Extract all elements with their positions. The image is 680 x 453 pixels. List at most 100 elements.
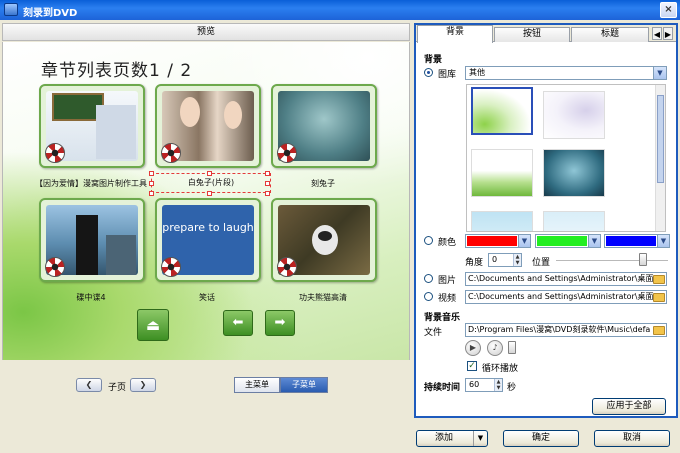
tab-background[interactable]: 背景 xyxy=(417,25,493,43)
color-radio[interactable] xyxy=(424,236,433,245)
duration-spinner[interactable]: 60 ▲ ▼ xyxy=(465,378,503,392)
app-icon xyxy=(4,3,18,16)
color-swatch xyxy=(467,236,517,246)
music-section-title: 背景音乐 xyxy=(424,313,461,323)
gallery-category-select[interactable]: 其他 ▼ xyxy=(465,66,667,80)
cancel-button[interactable]: 取消 xyxy=(594,430,670,447)
gallery-item[interactable] xyxy=(471,149,533,197)
color-picker-3[interactable]: ▼ xyxy=(604,234,670,248)
tab-scroll-left-icon[interactable]: ◀ xyxy=(652,27,662,40)
chapter-thumbnail-3[interactable] xyxy=(271,84,377,168)
music-note-icon[interactable]: ♪ xyxy=(487,340,503,356)
tab-buttons[interactable]: 按钮 xyxy=(494,27,570,42)
music-slider-thumb[interactable] xyxy=(508,341,516,354)
resize-handle[interactable] xyxy=(265,171,270,176)
background-gallery xyxy=(466,84,666,232)
tab-title[interactable]: 标题 xyxy=(571,27,649,42)
picture-label: 图片 xyxy=(438,276,457,286)
chapter-thumbnail-2[interactable] xyxy=(155,84,261,168)
video-path-value: C:\Documents and Settings\Administrator\… xyxy=(468,292,654,301)
gallery-item[interactable] xyxy=(471,211,533,231)
chapter-label-1[interactable]: 【因为爱情】漫窝图片制作工具 xyxy=(31,178,151,189)
gallery-category-value: 其他 xyxy=(469,68,485,77)
chapter-label-3[interactable]: 刻兔子 xyxy=(263,178,383,189)
folder-icon[interactable] xyxy=(653,293,665,302)
next-page-button[interactable]: ➡ xyxy=(265,310,295,336)
close-button[interactable]: × xyxy=(660,2,677,18)
chapter-label-5[interactable]: 笑话 xyxy=(147,292,267,303)
chevron-down-icon[interactable]: ▼ xyxy=(657,235,669,247)
gallery-item[interactable] xyxy=(543,91,605,139)
chapter-label-2[interactable]: 白兔子(片段) xyxy=(151,173,271,193)
add-button[interactable]: 添加 ▼ xyxy=(416,430,488,447)
video-path-field[interactable]: C:\Documents and Settings\Administrator\… xyxy=(465,290,667,304)
resize-handle[interactable] xyxy=(149,171,154,176)
title-bar: 刻录到DVD × xyxy=(0,0,680,20)
resize-handle[interactable] xyxy=(149,191,154,196)
sub-menu-tab[interactable]: 子菜单 xyxy=(280,377,328,393)
angle-spinner[interactable]: 0 ▲ ▼ xyxy=(488,253,522,267)
subpage-label: 子页 xyxy=(108,383,127,393)
picture-path-value: C:\Documents and Settings\Administrator\… xyxy=(468,274,654,283)
soccer-ball-icon xyxy=(277,143,297,163)
chapter-label-4[interactable]: 碟中谍4 xyxy=(31,292,151,303)
picture-path-field[interactable]: C:\Documents and Settings\Administrator\… xyxy=(465,272,667,286)
duration-unit: 秒 xyxy=(507,383,517,393)
spinner-arrows-icon[interactable]: ▲ ▼ xyxy=(494,379,502,391)
gallery-label: 图库 xyxy=(438,70,457,80)
loop-label: 循环播放 xyxy=(482,364,519,374)
color-picker-2[interactable]: ▼ xyxy=(535,234,601,248)
chevron-down-icon[interactable]: ▼ xyxy=(653,67,666,79)
chevron-down-icon[interactable]: ▼ xyxy=(588,235,600,247)
gallery-item[interactable] xyxy=(471,87,533,135)
prev-page-button[interactable]: ⬅ xyxy=(223,310,253,336)
folder-icon[interactable] xyxy=(653,326,665,335)
chapter-thumbnail-4[interactable] xyxy=(39,198,145,282)
color-swatch xyxy=(606,236,656,246)
chapter-label-6[interactable]: 功夫熊猫高清 xyxy=(263,292,383,303)
gallery-radio[interactable] xyxy=(424,68,433,77)
gallery-item[interactable] xyxy=(543,211,605,231)
background-section-title: 背景 xyxy=(424,55,443,65)
subpage-prev-button[interactable]: ❮ xyxy=(76,378,102,392)
position-label: 位置 xyxy=(532,258,551,268)
gallery-scrollbar[interactable] xyxy=(655,85,665,231)
music-file-value: D:\Program Files\漫窝\DVD刻录软件\Music\defa xyxy=(468,325,651,334)
color-label: 颜色 xyxy=(438,238,457,248)
chapter-thumbnail-6[interactable] xyxy=(271,198,377,282)
duration-label: 持续时间 xyxy=(424,383,461,393)
gallery-item[interactable] xyxy=(543,149,605,197)
main-menu-tab[interactable]: 主菜单 xyxy=(234,377,280,393)
resize-handle[interactable] xyxy=(207,171,212,176)
video-label: 视频 xyxy=(438,294,457,304)
spinner-arrows-icon[interactable]: ▲ ▼ xyxy=(513,254,521,266)
thumbnail-caption: prepare to laugh xyxy=(162,221,254,234)
tab-scroll-right-icon[interactable]: ▶ xyxy=(663,27,673,40)
ok-button[interactable]: 确定 xyxy=(503,430,579,447)
video-radio[interactable] xyxy=(424,292,433,301)
chapter-thumbnail-1[interactable] xyxy=(39,84,145,168)
subpage-next-button[interactable]: ❯ xyxy=(130,378,156,392)
settings-tabs: 背景 按钮 标题 ◀ ▶ xyxy=(416,25,676,43)
apply-all-button[interactable]: 应用于全部 xyxy=(592,398,666,415)
picture-radio[interactable] xyxy=(424,274,433,283)
position-slider-track[interactable] xyxy=(556,260,668,262)
chevron-down-icon[interactable]: ▼ xyxy=(473,431,487,446)
resize-handle[interactable] xyxy=(265,191,270,196)
position-slider-thumb[interactable] xyxy=(639,253,648,266)
music-file-field[interactable]: D:\Program Files\漫窝\DVD刻录软件\Music\defa xyxy=(465,323,667,337)
chapter-thumbnail-5[interactable]: prepare to laugh xyxy=(155,198,261,282)
play-icon[interactable]: ▶ xyxy=(465,340,481,356)
eject-button[interactable]: ⏏ xyxy=(137,309,169,341)
resize-handle[interactable] xyxy=(149,181,154,186)
soccer-ball-icon xyxy=(45,143,65,163)
color-picker-1[interactable]: ▼ xyxy=(465,234,531,248)
folder-icon[interactable] xyxy=(653,275,665,284)
loop-checkbox[interactable]: ✓ xyxy=(467,361,477,371)
soccer-ball-icon xyxy=(161,143,181,163)
scrollbar-thumb[interactable] xyxy=(657,95,664,183)
add-button-label: 添加 xyxy=(435,433,454,443)
chevron-down-icon[interactable]: ▼ xyxy=(518,235,530,247)
angle-label: 角度 xyxy=(465,258,484,268)
resize-handle[interactable] xyxy=(207,191,212,196)
